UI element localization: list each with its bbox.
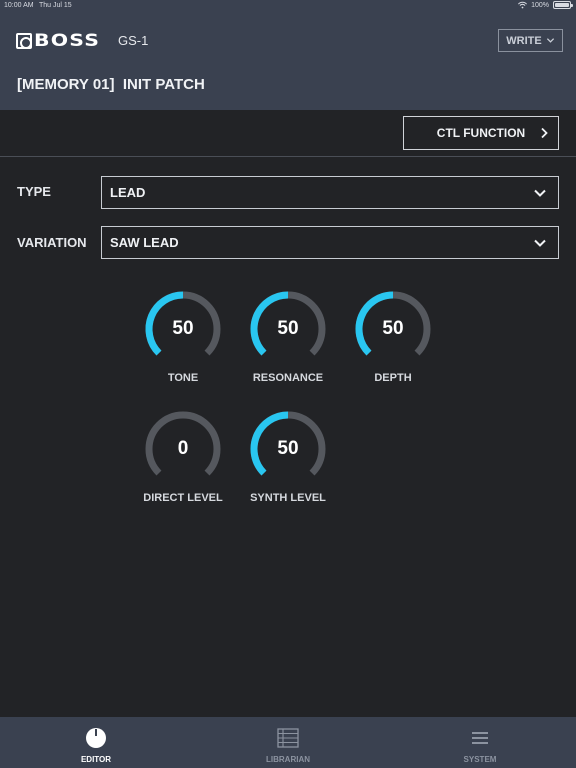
tab-editor[interactable]: EDITOR (0, 717, 192, 768)
boss-logo: BOSS (16, 31, 99, 51)
ctl-function-label: CTL FUNCTION (436, 126, 526, 140)
type-select-value: LEAD (110, 185, 146, 200)
synth-level-knob[interactable]: 50 SYNTH LEVEL (243, 411, 333, 531)
device-name: GS-1 (118, 33, 149, 48)
boss-logo-text: BOSS (34, 31, 101, 51)
wifi-icon (518, 1, 528, 9)
write-button-label: WRITE (506, 34, 542, 47)
tab-editor-label: EDITOR (80, 755, 112, 764)
variation-select-value: SAW LEAD (110, 235, 179, 250)
knob-icon (86, 728, 106, 748)
tone-value: 50 (172, 318, 194, 339)
depth-label: DEPTH (374, 372, 412, 384)
status-bar: 10:00 AM Thu Jul 15 100% (0, 0, 576, 12)
depth-knob[interactable]: 50 DEPTH (348, 291, 438, 411)
resonance-value: 50 (277, 318, 299, 339)
variation-label: VARIATION (17, 235, 87, 250)
status-time: 10:00 AM (4, 2, 34, 9)
list-grid-icon (277, 728, 299, 748)
direct-level-knob[interactable]: 0 DIRECT LEVEL (138, 411, 228, 531)
bottom-tab-bar: EDITOR LIBRARIAN SYSTEM (0, 717, 576, 768)
write-button[interactable]: WRITE (498, 29, 563, 52)
tab-system-label: SYSTEM (463, 755, 497, 764)
tab-librarian-label: LIBRARIAN (266, 755, 310, 764)
type-select[interactable]: LEAD (101, 176, 559, 209)
status-right: 100% (518, 1, 573, 9)
resonance-knob[interactable]: 50 RESONANCE (243, 291, 333, 411)
battery-icon (553, 1, 573, 9)
boss-logo-mark-icon (16, 33, 32, 49)
menu-icon (472, 732, 488, 744)
direct-level-value: 0 (177, 438, 189, 459)
tone-knob[interactable]: 50 TONE (138, 291, 228, 411)
depth-value: 50 (382, 318, 404, 339)
tab-librarian[interactable]: LIBRARIAN (192, 717, 384, 768)
section-divider (0, 156, 576, 157)
chevron-down-icon (534, 189, 546, 197)
chevron-down-icon (534, 239, 546, 247)
synth-level-value: 50 (277, 438, 299, 459)
patch-title: [MEMORY 01] INIT PATCH (17, 76, 205, 93)
ctl-function-button[interactable]: CTL FUNCTION (403, 116, 559, 150)
chevron-right-icon (541, 127, 548, 139)
tab-system[interactable]: SYSTEM (384, 717, 576, 768)
status-date: Thu Jul 15 (39, 2, 72, 9)
battery-percent: 100% (531, 1, 549, 9)
synth-level-label: SYNTH LEVEL (250, 492, 326, 504)
app-header: BOSS GS-1 WRITE [MEMORY 01] INIT PATCH (0, 12, 576, 110)
variation-select[interactable]: SAW LEAD (101, 226, 559, 259)
chevron-down-icon (546, 38, 554, 43)
type-label: TYPE (17, 184, 51, 199)
